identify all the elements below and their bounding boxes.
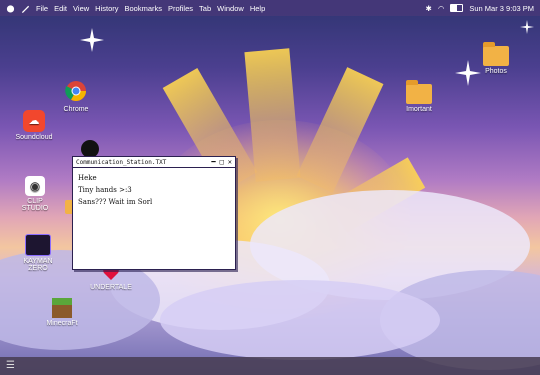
text-line: Heke — [78, 174, 97, 182]
wrench-icon[interactable] — [21, 4, 30, 13]
clock[interactable]: Sun Mar 3 9:03 PM — [469, 4, 534, 13]
battery-icon[interactable] — [450, 4, 464, 12]
desktop-icon-photos[interactable]: Photos — [476, 42, 516, 75]
icon-label: MinecraFt — [46, 320, 78, 327]
clip-studio-icon: ◉ — [25, 176, 45, 196]
text-line: Tiny hands >:3 — [78, 186, 132, 194]
folder-icon — [483, 42, 509, 66]
icon-label: CLIP STUDIO — [21, 198, 49, 212]
bluetooth-icon[interactable]: ✱ — [426, 4, 432, 13]
apple-icon[interactable] — [6, 4, 15, 13]
desktop-icon-clip-studio[interactable]: ◉ CLIP STUDIO — [14, 176, 56, 212]
menu-icon[interactable]: ☰ — [6, 360, 15, 371]
menu-window[interactable]: Window — [217, 4, 244, 13]
icon-label: Soundcloud — [15, 134, 53, 141]
menu-tab[interactable]: Tab — [199, 4, 211, 13]
taskbar: ☰ — [0, 357, 540, 375]
maximize-icon[interactable]: □ — [220, 158, 224, 166]
menu-help[interactable]: Help — [250, 4, 265, 13]
menu-bookmarks[interactable]: Bookmarks — [125, 4, 163, 13]
window-text[interactable]: Heke Tiny hands >:3 Sans??? Wait im Sorl — [73, 168, 235, 212]
icon-label: Imortant — [406, 106, 432, 113]
icon-label: KAYMAN ZERO — [23, 258, 53, 272]
text-window[interactable]: Communication_Station.TXT ━ □ ✕ Heke Tin… — [72, 156, 236, 270]
desktop-icon-important[interactable]: Imortant — [398, 80, 440, 113]
sparkle-icon — [80, 28, 104, 52]
window-title: Communication_Station.TXT — [76, 158, 167, 166]
menu-profiles[interactable]: Profiles — [168, 4, 193, 13]
window-titlebar[interactable]: Communication_Station.TXT ━ □ ✕ — [73, 157, 235, 168]
minecraft-icon — [52, 298, 72, 318]
menu-bar: File Edit View History Bookmarks Profile… — [0, 0, 540, 16]
close-icon[interactable]: ✕ — [228, 158, 232, 166]
menu-view[interactable]: View — [73, 4, 89, 13]
text-line: Sans??? Wait im Sorl — [78, 198, 153, 206]
menu-edit[interactable]: Edit — [54, 4, 67, 13]
desktop-icon-minecraft[interactable]: MinecraFt — [40, 298, 84, 327]
icon-label: UNDERTALE — [90, 284, 132, 291]
chrome-icon — [65, 81, 86, 101]
kaiman-zero-icon — [25, 234, 51, 256]
desktop-icon-kaiman-zero[interactable]: KAYMAN ZERO — [18, 234, 58, 272]
wifi-icon[interactable]: ◠ — [438, 4, 445, 13]
cloud — [160, 280, 440, 360]
icon-label: Photos — [485, 68, 507, 75]
icon-label: Chrome — [63, 106, 89, 113]
folder-icon — [406, 80, 432, 104]
sparkle-icon — [520, 20, 534, 34]
menu-file[interactable]: File — [36, 4, 48, 13]
desktop-icon-soundcloud[interactable]: ☁ Soundcloud — [8, 110, 60, 141]
soundcloud-icon: ☁ — [23, 110, 45, 132]
desktop-icon-chrome[interactable]: Chrome — [56, 80, 96, 113]
minimize-icon[interactable]: ━ — [211, 158, 215, 166]
menu-history[interactable]: History — [95, 4, 118, 13]
